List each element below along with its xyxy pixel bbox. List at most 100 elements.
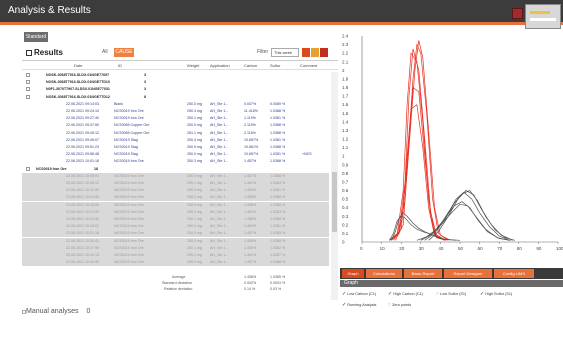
table-row[interactable]: 22.06.2021 10:21:33 NCS0019 Iron Ore 250.4… (22, 208, 329, 216)
cell-id: NCS0019 Iron Ore (114, 224, 144, 229)
legend-running[interactable]: ✓ Running Analysis (342, 302, 376, 308)
row-checkbox[interactable] (26, 80, 30, 85)
group-count: 3 (144, 80, 146, 85)
legend-low-sulfur[interactable]: □ Low Sulfur (S1) (436, 291, 466, 297)
cell-application: AH_Ste 1... (210, 137, 229, 142)
cell-date: 22.06.2021 10:18:06 (66, 202, 99, 207)
cell-carbon: 1.458% (244, 245, 257, 250)
cell-sulfur: 1.0381 % (270, 152, 286, 157)
cell-carbon: 10.657% (244, 152, 259, 157)
table-row[interactable]: 22.06.2021 10:08:12 NCS0019 Iron Ore 250.1… (22, 180, 329, 187)
cell-id: NCS0019 Iron Ore (114, 188, 144, 193)
cell-sulfur: 1.0388 % (270, 217, 286, 221)
col-weight[interactable]: Weight (187, 63, 199, 68)
report-designer-button[interactable]: Report Designer (444, 269, 492, 278)
close-button[interactable] (512, 8, 523, 19)
results-panel: Standard Results All CAUSE Filter This w… (22, 28, 338, 324)
table-row[interactable]: 22.06.2021 10:05:01 NCS0019 Iron Ore 250.0… (22, 172, 329, 180)
legend-low-carbon[interactable]: ✓ Low Carbon (C1) (342, 291, 376, 297)
config-lims-button[interactable]: Config LIMS (494, 269, 534, 278)
col-id[interactable]: ID (118, 63, 122, 68)
table-row[interactable]: 22.06.2021 10:44:30 NCS0019 Iron Ore 250.0… (22, 259, 329, 267)
table-row[interactable]: 22.06.2021 10:31:18 NCS0019 Iron Ore 250.3… (22, 230, 329, 238)
col-comment[interactable]: Comment (300, 63, 317, 68)
group-row[interactable]: NCS0019 Iron Ore 18 (22, 166, 329, 173)
table-row[interactable]: 22.06.2021 09:37:50 NCS0069 Copper Ore 250… (22, 122, 329, 129)
row-checkbox[interactable] (26, 94, 30, 99)
table-row[interactable]: 22.06.2021 10:11:40 NCS0019 Iron Ore 250.3… (22, 187, 329, 195)
table-row[interactable]: 22.06.2021 09:49:07 NCS0019 Slag 250.4 mg A… (22, 137, 329, 144)
col-carbon[interactable]: Carbon (244, 63, 257, 68)
toggle-all[interactable]: All (102, 49, 108, 55)
table-row[interactable]: 22.06.2021 09:24:10 NCS0019 Iron Ore 250.3… (22, 108, 329, 115)
legend-high-sulfur[interactable]: ✓ High Sulfur (S1) (480, 291, 512, 297)
legend-high-sulfur-label: High Sulfur (S1) (485, 292, 513, 296)
table-row[interactable]: 22.06.2021 10:14:55 NCS0019 Iron Ore 250.2… (22, 194, 329, 202)
cell-application: AH_Ste 1... (210, 253, 229, 257)
toggle-cause[interactable]: CAUSE (114, 48, 134, 57)
grid-scrollbar[interactable] (331, 72, 338, 300)
group-row[interactable]: NOSK-3068T7916.SLDX.01NGE7TD12 8 (22, 94, 329, 101)
basic-report-button[interactable]: Basic Report (404, 269, 442, 278)
table-row[interactable]: 22.06.2021 10:34:41 NCS0019 Iron Ore 250.0… (22, 237, 329, 245)
cell-carbon: 1.119% (244, 116, 256, 121)
cell-sulfur: 1.0388 % (270, 260, 286, 265)
table-row[interactable]: 22.06.2021 10:37:59 NCS0019 Iron Ore 250.1… (22, 244, 329, 252)
cell-id: NCS0019 Iron Ore (114, 253, 144, 257)
cell-weight: 250.0 mg (187, 202, 202, 207)
group-row[interactable]: N0F1-3070T7907.SLDSX.01NGE77031 3 (22, 86, 329, 93)
title-accent-strip (0, 22, 563, 25)
table-row[interactable]: 22.06.2021 09:45:12 NCS0069 Copper Ore 251… (22, 130, 329, 137)
cell-date: 22.06.2021 09:37:50 (66, 123, 99, 128)
group-count: 3 (144, 73, 146, 77)
summary-std-label: Standard deviation (162, 281, 192, 285)
notification-tray[interactable] (525, 4, 561, 29)
legend-running-label: Running Analysis (347, 303, 377, 307)
row-checkbox[interactable] (26, 87, 30, 92)
table-row[interactable]: 22.06.2021 10:28:02 NCS0019 Iron Ore 250.2… (22, 223, 329, 231)
filter-select[interactable]: This week (271, 48, 299, 57)
table-row[interactable]: 22.06.2021 10:18:06 NCS0019 Iron Ore 250.0… (22, 201, 329, 209)
tab-standard[interactable]: Standard (24, 32, 48, 42)
cell-date: 22.06.2021 10:44:30 (66, 260, 99, 265)
cell-id: NCS0019 Iron Ore (114, 116, 144, 121)
table-row[interactable]: 22.06.2021 09:27:40 NCS0019 Iron Ore 250.1… (22, 115, 329, 122)
group-row[interactable]: NOSK-3068T7916.SLDX.01NGE77697 3 (22, 72, 329, 79)
row-checkbox[interactable] (26, 166, 30, 171)
legend-zero-label: Zero points (392, 303, 412, 307)
action-icon-orange[interactable] (311, 48, 319, 57)
cell-weight: 250.3 mg (187, 231, 202, 236)
calculations-button[interactable]: Calculations (366, 269, 402, 278)
y-tick-label: 1.7 (342, 94, 349, 99)
col-date[interactable]: Date (74, 63, 82, 68)
cell-id: NCS0019 Iron Ore (114, 238, 144, 243)
col-sulfur[interactable]: Sulfur (270, 63, 280, 68)
action-icon-darkred[interactable] (320, 48, 328, 57)
graph-button[interactable]: Graph (342, 269, 364, 278)
table-row[interactable]: 22.06.2021 10:24:49 NCS0019 Iron Ore 250.1… (22, 216, 329, 223)
cell-weight: 250.1 mg (187, 116, 202, 121)
legend-zero[interactable]: □ Zero points (388, 302, 411, 308)
graph-strip-label: Graph (344, 280, 358, 286)
group-count: 8 (144, 94, 146, 99)
action-icon-red[interactable] (302, 48, 310, 57)
cell-sulfur: 1.0388 % (270, 195, 286, 200)
scrollbar-thumb[interactable] (332, 172, 337, 232)
row-checkbox[interactable] (26, 73, 30, 77)
table-row[interactable]: 22.06.2021 10:01:16 NCS0019 Iron Ore 250.3… (22, 158, 329, 165)
results-checkbox[interactable] (26, 50, 32, 56)
table-row[interactable]: 22.06.2021 09:51:23 NCS0019 Slag 250.9 mg A… (22, 144, 329, 151)
cell-carbon: 1.457% (244, 173, 257, 178)
y-tick-label: 2.1 (342, 59, 349, 64)
table-row[interactable]: 22.06.2021 09:56:48 NCS0019 Slag 250.0 mg A… (22, 151, 329, 158)
cell-id: NCS0019 Slag (114, 137, 138, 142)
group-label: NOSK-3068T7916.SLDX.01NGE77697 (46, 73, 110, 77)
manual-analyses[interactable]: Manual analyses 0 (26, 308, 90, 315)
col-application[interactable]: Application (210, 63, 230, 68)
table-row[interactable]: 22.06.2021 10:41:13 NCS0019 Iron Ore 250.2… (22, 252, 329, 259)
legend-high-carbon[interactable]: ✓ High Carbon (C1) (388, 291, 423, 297)
table-row[interactable]: 22.06.2021 09:14:03 Blank 250.0 mg AH_Ste 1… (22, 101, 329, 108)
cell-carbon: 10.657% (244, 137, 259, 142)
group-row[interactable]: NOSK-3068T7916.SLDX.01NGE7TD10 3 (22, 79, 329, 86)
legend-low-sulfur-label: Low Sulfur (S1) (440, 292, 467, 296)
